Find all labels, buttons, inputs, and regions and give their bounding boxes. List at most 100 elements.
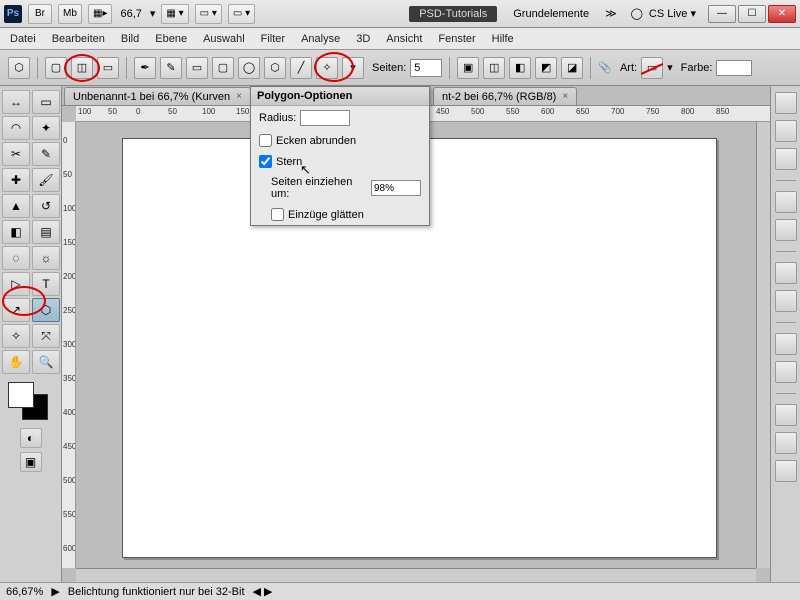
lasso-tool[interactable]: ◠ bbox=[2, 116, 30, 140]
history-brush-tool[interactable]: ↺ bbox=[32, 194, 60, 218]
style-none-icon[interactable]: ▭ bbox=[641, 57, 663, 79]
menu-datei[interactable]: Datei bbox=[10, 33, 36, 45]
pen-tool[interactable]: ▷ bbox=[2, 272, 30, 296]
path-mode-icon[interactable]: ◫ bbox=[71, 57, 93, 79]
scrollbar-horizontal[interactable] bbox=[76, 568, 756, 582]
3d-camera-tool[interactable]: ⤧ bbox=[32, 324, 60, 348]
farbe-swatch[interactable] bbox=[716, 60, 752, 76]
workspace-tag-grund[interactable]: Grundelemente bbox=[503, 6, 599, 22]
zoom-level[interactable]: 66,7 bbox=[120, 8, 141, 20]
dodge-tool[interactable]: ☼ bbox=[32, 246, 60, 270]
ecken-checkbox[interactable] bbox=[259, 134, 272, 147]
heal-tool[interactable]: ✚ bbox=[2, 168, 30, 192]
eyedropper-tool[interactable]: ✎ bbox=[32, 142, 60, 166]
zoom-tool[interactable]: 🔍 bbox=[32, 350, 60, 374]
menu-3d[interactable]: 3D bbox=[356, 33, 370, 45]
glaetten-checkbox[interactable] bbox=[271, 208, 284, 221]
custom-shape-icon[interactable]: ✧ bbox=[316, 57, 338, 79]
scrollbar-vertical[interactable] bbox=[756, 122, 770, 568]
doc-tab-2[interactable]: nt-2 bei 66,7% (RGB/8)× bbox=[433, 87, 577, 105]
styles-panel-icon[interactable] bbox=[775, 148, 797, 170]
menu-hilfe[interactable]: Hilfe bbox=[492, 33, 514, 45]
rect-shape-icon[interactable]: ▭ bbox=[186, 57, 208, 79]
layers-panel-icon[interactable] bbox=[775, 404, 797, 426]
arrange-grid-button[interactable]: ▦ ▾ bbox=[161, 4, 188, 24]
close-tab-icon[interactable]: × bbox=[236, 91, 242, 102]
3d-tool[interactable]: ✧ bbox=[2, 324, 30, 348]
radius-input[interactable] bbox=[300, 110, 350, 126]
minibridge-button[interactable]: Mb bbox=[58, 4, 82, 24]
paths-panel-icon[interactable] bbox=[775, 460, 797, 482]
menu-auswahl[interactable]: Auswahl bbox=[203, 33, 245, 45]
stern-checkbox[interactable] bbox=[259, 155, 272, 168]
menu-filter[interactable]: Filter bbox=[261, 33, 285, 45]
menu-fenster[interactable]: Fenster bbox=[438, 33, 475, 45]
close-tab-icon[interactable]: × bbox=[562, 91, 568, 102]
workspace-tag-psd[interactable]: PSD-Tutorials bbox=[409, 6, 497, 22]
crop-tool[interactable]: ✂ bbox=[2, 142, 30, 166]
screenmode-button[interactable]: ▭ ▾ bbox=[228, 4, 255, 24]
more-workspaces-icon[interactable]: ≫ bbox=[605, 7, 617, 20]
menu-bild[interactable]: Bild bbox=[121, 33, 139, 45]
minimize-button[interactable]: — bbox=[708, 5, 736, 23]
maximize-button[interactable]: ☐ bbox=[738, 5, 766, 23]
cslive-button[interactable]: CS Live ▾ bbox=[649, 7, 696, 20]
shape-options-dropdown[interactable]: ▾ bbox=[342, 57, 364, 79]
roundrect-shape-icon[interactable]: ▢ bbox=[212, 57, 234, 79]
masks-panel-icon[interactable] bbox=[775, 219, 797, 241]
seiten-input[interactable] bbox=[410, 59, 442, 77]
polygon-shape-icon[interactable]: ⬡ bbox=[264, 57, 286, 79]
path-select-tool[interactable]: ↗ bbox=[2, 298, 30, 322]
paragraph-panel-icon[interactable] bbox=[775, 361, 797, 383]
path-add-icon[interactable]: ◫ bbox=[483, 57, 505, 79]
ellipse-shape-icon[interactable]: ◯ bbox=[238, 57, 260, 79]
shapelayer-mode-icon[interactable]: ▢ bbox=[45, 57, 67, 79]
character-panel-icon[interactable] bbox=[775, 333, 797, 355]
status-zoom[interactable]: 66,67% bbox=[6, 586, 43, 598]
color-panel-icon[interactable] bbox=[775, 92, 797, 114]
shape-tool[interactable]: ⬡ bbox=[32, 298, 60, 322]
move-tool[interactable]: ↔ bbox=[2, 90, 30, 114]
actions-panel-icon[interactable] bbox=[775, 290, 797, 312]
doc-tab-1[interactable]: Unbenannt-1 bei 66,7% (Kurven× bbox=[64, 87, 251, 105]
menu-ebene[interactable]: Ebene bbox=[155, 33, 187, 45]
blur-tool[interactable]: ◌ bbox=[2, 246, 30, 270]
brush-tool[interactable]: 🖌 bbox=[32, 168, 60, 192]
type-tool[interactable]: T bbox=[32, 272, 60, 296]
tool-preset-icon[interactable]: ⬡ bbox=[8, 57, 30, 79]
einziehen-input[interactable] bbox=[371, 180, 421, 196]
fill-mode-icon[interactable]: ▭ bbox=[97, 57, 119, 79]
path-exclude-icon[interactable]: ◪ bbox=[561, 57, 583, 79]
menu-analyse[interactable]: Analyse bbox=[301, 33, 340, 45]
zoom-dropdown-icon[interactable]: ▾ bbox=[150, 7, 156, 20]
color-picker[interactable] bbox=[8, 382, 52, 422]
link-icon[interactable]: 📎 bbox=[598, 61, 612, 74]
quickmask-icon[interactable]: ◐ bbox=[20, 428, 42, 448]
pen-icon[interactable]: ✒ bbox=[134, 57, 156, 79]
style-dropdown-icon[interactable]: ▾ bbox=[667, 61, 673, 74]
path-subtract-icon[interactable]: ◧ bbox=[509, 57, 531, 79]
swatches-panel-icon[interactable] bbox=[775, 120, 797, 142]
path-intersect-icon[interactable]: ◩ bbox=[535, 57, 557, 79]
stamp-tool[interactable]: ▲ bbox=[2, 194, 30, 218]
channels-panel-icon[interactable] bbox=[775, 432, 797, 454]
film-button[interactable]: ▦▸ bbox=[88, 4, 112, 24]
line-shape-icon[interactable]: ╱ bbox=[290, 57, 312, 79]
bridge-button[interactable]: Br bbox=[28, 4, 52, 24]
wand-tool[interactable]: ✦ bbox=[32, 116, 60, 140]
freeform-pen-icon[interactable]: ✎ bbox=[160, 57, 182, 79]
close-button[interactable]: ✕ bbox=[768, 5, 796, 23]
marquee-tool[interactable]: ▭ bbox=[32, 90, 60, 114]
fg-color-swatch[interactable] bbox=[8, 382, 34, 408]
farbe-label: Farbe: bbox=[681, 62, 713, 74]
eraser-tool[interactable]: ◧ bbox=[2, 220, 30, 244]
path-combine-icon[interactable]: ▣ bbox=[457, 57, 479, 79]
menu-bearbeiten[interactable]: Bearbeiten bbox=[52, 33, 105, 45]
screenmode-tool-icon[interactable]: ▣ bbox=[20, 452, 42, 472]
hand-tool[interactable]: ✋ bbox=[2, 350, 30, 374]
adjustments-panel-icon[interactable] bbox=[775, 191, 797, 213]
menu-ansicht[interactable]: Ansicht bbox=[386, 33, 422, 45]
history-panel-icon[interactable] bbox=[775, 262, 797, 284]
gradient-tool[interactable]: ▤ bbox=[32, 220, 60, 244]
arrange-doc-button[interactable]: ▭ ▾ bbox=[195, 4, 222, 24]
